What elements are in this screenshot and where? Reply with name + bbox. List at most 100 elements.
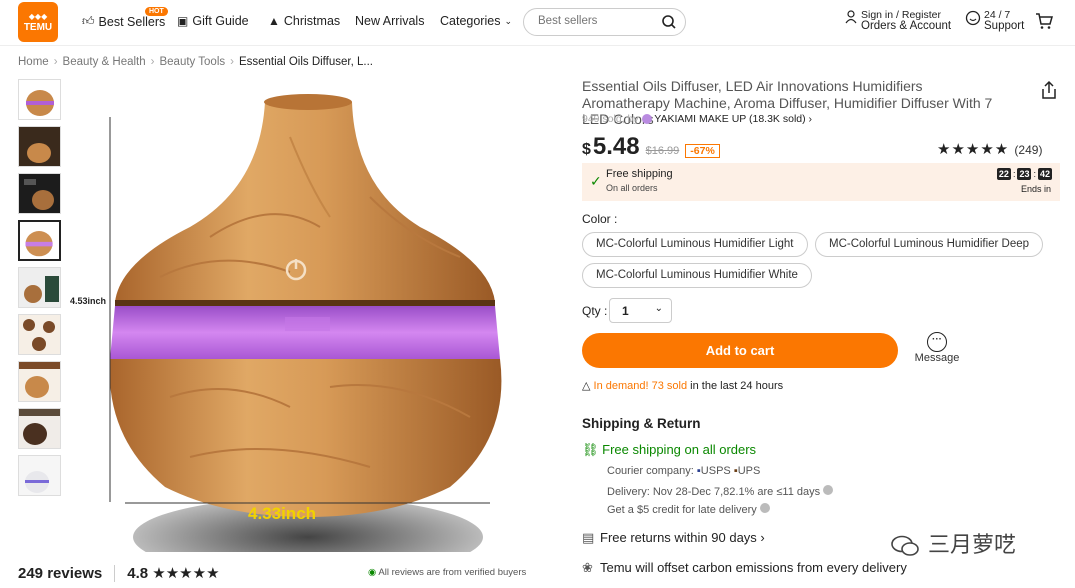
store-link[interactable]: YAKIAMI MAKE UP (18.3K sold) [654, 113, 805, 125]
reviews-summary[interactable]: 249 reviews 4.8 ★★★★★ [18, 564, 220, 582]
price-currency: $ [582, 141, 591, 158]
qty-label: Qty : [582, 304, 608, 318]
color-option-light[interactable]: MC-Colorful Luminous Humidifier Light [582, 232, 808, 257]
ends-in-label: Ends in [1020, 184, 1051, 194]
free-shipping-text: Free shipping [606, 168, 673, 180]
free-shipping-all-orders[interactable]: ⛓︎ Free shipping on all orders [582, 442, 756, 458]
free-returns-row[interactable]: ▤ Free returns within 90 days › [582, 530, 765, 546]
thumbnail[interactable] [18, 79, 61, 120]
search-input[interactable] [538, 15, 653, 27]
nav-best-sellers-label: Best Sellers [98, 14, 166, 29]
share-icon[interactable] [1040, 80, 1058, 100]
demand-notice: △ In demand! 73 sold in the last 24 hour… [582, 379, 783, 392]
thumbnail[interactable] [18, 314, 61, 355]
delivery-text: Delivery: Nov 28-Dec 7,82.1% are ≤11 day… [607, 486, 821, 498]
price-row: $ 5.48 $16.99 -67% [582, 133, 720, 161]
main-product-image[interactable]: 4.53inch 4.33inch [70, 77, 545, 577]
thumbnail[interactable] [18, 126, 61, 167]
thumbnail[interactable] [18, 267, 61, 308]
temu-logo[interactable]: ◆◆◆ TEMU [18, 2, 58, 42]
store-avatar [641, 114, 652, 125]
nav-new-arrivals[interactable]: New Arrivals [355, 14, 424, 28]
rating-count: (249) [1014, 143, 1043, 157]
info-icon[interactable] [823, 485, 834, 495]
support-menu[interactable]: 24 / 7 Support [965, 10, 1024, 32]
watermark-text: 三月萝呓 [928, 533, 1017, 558]
breadcrumb-separator: › [230, 56, 234, 68]
leaf-icon: ❀ [582, 560, 593, 575]
christmas-tree-icon: ▲ [268, 14, 280, 28]
thumbnail[interactable] [18, 408, 61, 449]
thumbnail-selected[interactable] [18, 220, 61, 261]
truck-icon: ⛓︎ [582, 442, 599, 457]
timer-seconds: 42 [1037, 168, 1052, 180]
chevron-down-icon: ⌄ [654, 303, 663, 314]
free-shipping-banner: ✓ Free shipping On all orders 22:23:42 E… [582, 163, 1060, 201]
support-line2: Support [984, 20, 1025, 32]
watermark: 三月萝呓 [890, 527, 1016, 559]
sold-info: 949 sold, by YAKIAMI MAKE UP (18.3K sold… [582, 113, 812, 125]
nav-gift-guide[interactable]: ▣ Gift Guide [177, 14, 249, 28]
check-icon: ✓ [590, 173, 602, 189]
chevron-down-icon: ⌄ [504, 15, 512, 26]
logo-glyphs: ◆◆◆ [28, 12, 48, 21]
top-header: ◆◆◆ TEMU 👍︎ Best Sellers HOT ▣ Gift Guid… [0, 0, 1075, 46]
delivery-info: Delivery: Nov 28-Dec 7,82.1% are ≤11 day… [607, 485, 834, 498]
nav-christmas-label: Christmas [283, 14, 341, 28]
demand-highlight: In demand! 73 sold [593, 380, 688, 392]
color-option-deep[interactable]: MC-Colorful Luminous Humidifier Deep [815, 232, 1044, 257]
thumbnail[interactable] [18, 455, 61, 496]
original-price: $16.99 [645, 145, 680, 157]
thumbs-up-icon: 👍︎ [82, 14, 95, 28]
breadcrumb-beauty-tools[interactable]: Beauty Tools [159, 56, 225, 68]
nav-gift-guide-label: Gift Guide [192, 14, 249, 28]
thumbnail[interactable] [18, 361, 61, 402]
free-shipping-all-label: Free shipping on all orders [602, 442, 757, 457]
breadcrumb-beauty-health[interactable]: Beauty & Health [63, 56, 146, 68]
timer-separator: : [1012, 169, 1016, 179]
breadcrumb-separator: › [150, 56, 155, 68]
user-icon [845, 10, 857, 24]
chevron-right-icon: › [756, 530, 765, 545]
cart-icon[interactable] [1035, 12, 1053, 30]
breadcrumb-current: Essential Oils Diffuser, L... [238, 56, 373, 68]
reviews-count: 249 reviews [18, 565, 103, 582]
nav-christmas[interactable]: ▲ Christmas [268, 14, 340, 28]
reviews-stars: ★★★★★ [152, 565, 220, 582]
countdown-timer: 22:23:42 [996, 168, 1052, 180]
on-all-orders-text: On all orders [606, 183, 658, 193]
message-button[interactable]: ··· Message [912, 332, 962, 364]
logo-text: TEMU [23, 22, 53, 33]
search-icon[interactable] [661, 14, 677, 30]
account-menu[interactable]: Sign in / Register Orders & Account [845, 10, 951, 32]
timer-hours: 22 [996, 168, 1011, 180]
thumbnail[interactable] [18, 173, 61, 214]
return-box-icon: ▤ [582, 530, 595, 545]
qty-value: 1 [622, 304, 629, 318]
wechat-icon [891, 535, 919, 556]
carbon-offset-row: ❀ Temu will offset carbon emissions from … [582, 560, 907, 576]
shipping-return-title: Shipping & Return [582, 416, 701, 431]
chat-bubble-icon: ··· [927, 332, 947, 352]
free-returns-text: Free returns within 90 days [600, 530, 757, 545]
info-icon[interactable] [759, 503, 770, 513]
flame-icon: △ [582, 380, 591, 392]
breadcrumb-home[interactable]: Home [18, 56, 49, 68]
diffuser-illustration [109, 94, 502, 577]
carbon-offset-text: Temu will offset carbon emissions from e… [600, 560, 907, 575]
search-box [523, 8, 686, 36]
timer-minutes: 23 [1017, 168, 1032, 180]
hot-badge: HOT [145, 7, 168, 16]
gift-icon: ▣ [177, 14, 189, 28]
qty-select[interactable]: 1 ⌄ [609, 298, 672, 323]
add-to-cart-button[interactable]: Add to cart [582, 333, 898, 368]
color-option-white[interactable]: MC-Colorful Luminous Humidifier White [582, 263, 812, 288]
courier-usps: USPS [700, 465, 731, 477]
reviews-rating-value: 4.8 [127, 565, 149, 582]
nav-best-sellers[interactable]: 👍︎ Best Sellers HOT [82, 7, 168, 29]
courier-info: Courier company: ▪USPS ▪UPS [607, 465, 760, 477]
nav-new-arrivals-label: New Arrivals [355, 14, 425, 28]
product-rating[interactable]: ★★★★★ (249) [937, 140, 1042, 158]
demand-suffix: in the last 24 hours [687, 380, 784, 392]
nav-categories[interactable]: Categories ⌄ [440, 14, 512, 28]
